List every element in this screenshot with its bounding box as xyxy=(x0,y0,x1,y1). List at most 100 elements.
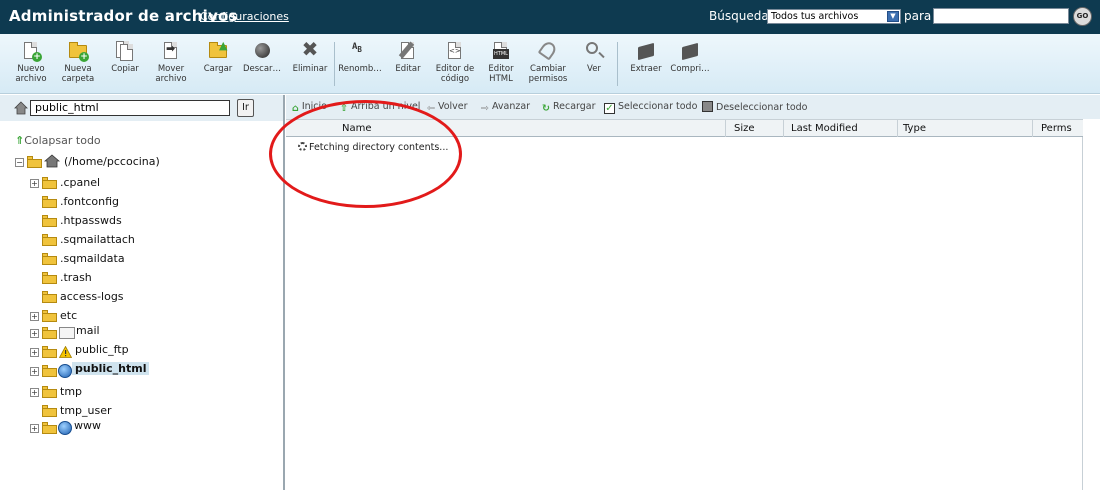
view-button[interactable]: Ver xyxy=(572,41,616,74)
folder-icon xyxy=(42,196,57,208)
up-folder-icon: ⇧ xyxy=(340,103,348,114)
back-label: Volver xyxy=(437,101,468,112)
column-divider[interactable] xyxy=(897,120,898,137)
home-button[interactable]: ⌂ Inicio xyxy=(292,101,327,114)
open-folder-icon xyxy=(27,156,42,168)
move-file-button[interactable]: ➡ Mover archivo xyxy=(149,41,193,84)
settings-link[interactable]: Configuraciones xyxy=(200,10,289,23)
upload-button[interactable]: ▲ Cargar xyxy=(196,40,240,74)
folder-icon xyxy=(42,215,57,227)
copy-button[interactable]: Copiar xyxy=(103,41,147,74)
expand-icon[interactable]: + xyxy=(30,348,39,357)
column-header-type[interactable]: Type xyxy=(903,123,926,134)
globe-icon xyxy=(58,421,72,435)
change-permissions-label: Cambiar permisos xyxy=(528,64,568,84)
folder-icon xyxy=(42,405,57,417)
tree-item-label: .cpanel xyxy=(60,176,101,189)
tree-item-public-html[interactable]: + public_html xyxy=(30,362,180,381)
expand-icon[interactable]: + xyxy=(30,329,39,338)
search-input[interactable] xyxy=(933,8,1069,24)
tree-item-access-logs[interactable]: access-logs xyxy=(42,290,192,307)
toolbar: + Nuevo archivo + Nueva carpeta Copiar ➡… xyxy=(0,34,1100,94)
column-divider[interactable] xyxy=(725,120,726,137)
tree-item-sqmailattach[interactable]: .sqmailattach xyxy=(42,233,192,250)
search-scope-value: Todos tus archivos xyxy=(771,11,859,22)
tree-item-public-ftp[interactable]: + public_ftp xyxy=(30,343,180,362)
delete-icon: ✖ xyxy=(301,37,319,61)
forward-arrow-icon: ⇨ xyxy=(481,103,489,114)
new-file-button[interactable]: + Nuevo archivo xyxy=(9,41,53,84)
go-path-button[interactable]: Ir xyxy=(237,99,254,117)
column-header-perms[interactable]: Perms xyxy=(1041,123,1072,134)
folder-icon xyxy=(42,327,57,339)
directory-tree-panel: public_html Ir ⇑Colapsar todo − (/home/p… xyxy=(0,95,285,490)
column-header-last-modified[interactable]: Last Modified xyxy=(791,123,858,134)
deselect-all-button[interactable]: Deseleccionar todo xyxy=(702,101,807,113)
tree-item-label: www xyxy=(74,419,101,432)
rename-button[interactable]: AB Renomb… xyxy=(338,41,382,74)
tree-item-label: mail xyxy=(76,324,100,337)
download-button[interactable]: Descar… xyxy=(240,41,284,74)
home-label: Inicio xyxy=(301,101,327,112)
expand-icon[interactable]: + xyxy=(30,424,39,433)
delete-button[interactable]: ✖ Eliminar xyxy=(288,37,332,74)
rename-label: Renomb… xyxy=(338,64,382,74)
up-one-level-button[interactable]: ⇧ Arriba un nivel xyxy=(340,101,420,114)
extract-button[interactable]: Extraer xyxy=(624,41,668,74)
spinner-icon xyxy=(298,142,307,151)
tree-item-mail[interactable]: + mail xyxy=(30,324,180,343)
tree-item-root[interactable]: − (/home/pccocina) xyxy=(15,154,215,172)
tree-item-tmp-user[interactable]: tmp_user xyxy=(42,404,192,421)
new-folder-button[interactable]: + Nueva carpeta xyxy=(56,41,100,84)
copy-label: Copiar xyxy=(111,64,139,74)
column-divider[interactable] xyxy=(1032,120,1033,137)
extract-label: Extraer xyxy=(630,64,662,74)
tree-item-label: .sqmaildata xyxy=(60,252,125,265)
expand-icon[interactable]: + xyxy=(30,367,39,376)
loading-status-text: Fetching directory contents... xyxy=(309,142,449,153)
tree-item-www[interactable]: + www xyxy=(30,419,180,438)
download-icon xyxy=(252,41,272,61)
expand-icon[interactable]: + xyxy=(30,179,39,188)
collapse-all-link[interactable]: ⇑Colapsar todo xyxy=(15,134,101,147)
change-permissions-button[interactable]: Cambiar permisos xyxy=(526,39,570,84)
column-header-size[interactable]: Size xyxy=(734,123,755,134)
html-editor-button[interactable]: HTML Editor HTML xyxy=(479,41,523,84)
expand-icon[interactable]: + xyxy=(30,312,39,321)
folder-icon xyxy=(42,386,57,398)
delete-label: Eliminar xyxy=(292,64,328,74)
up-one-level-label: Arriba un nivel xyxy=(350,101,421,112)
html-editor-icon: HTML xyxy=(491,41,511,61)
rename-icon: AB xyxy=(352,42,362,54)
path-input[interactable]: public_html xyxy=(30,100,230,116)
tree-item-label: (/home/pccocina) xyxy=(64,155,160,168)
view-label: Ver xyxy=(587,64,601,74)
tree-item-label: etc xyxy=(60,309,78,322)
search-scope-select[interactable]: Todos tus archivos ▼ xyxy=(767,9,901,24)
tree-item-fontconfig[interactable]: .fontconfig xyxy=(42,195,192,212)
warning-icon xyxy=(59,346,72,358)
folder-icon xyxy=(42,291,57,303)
column-divider[interactable] xyxy=(783,120,784,137)
code-editor-button[interactable]: <> Editor de código xyxy=(433,41,477,84)
search-go-button[interactable]: GO xyxy=(1073,7,1092,26)
reload-button[interactable]: ↻ Recargar xyxy=(542,101,596,114)
tree-item-tmp[interactable]: + tmp xyxy=(30,385,180,402)
tree-item-sqmaildata[interactable]: .sqmaildata xyxy=(42,252,192,269)
select-all-label: Seleccionar todo xyxy=(618,101,698,112)
tree-item-etc[interactable]: + etc xyxy=(30,309,180,326)
expand-icon[interactable]: + xyxy=(30,388,39,397)
tree-item-cpanel[interactable]: + .cpanel xyxy=(30,176,180,193)
select-all-button[interactable]: ✓ Seleccionar todo xyxy=(604,101,697,114)
chevron-down-icon[interactable]: ▼ xyxy=(887,11,899,22)
tree-item-label: tmp xyxy=(60,385,83,398)
compress-button[interactable]: Compri… xyxy=(668,41,712,74)
forward-button[interactable]: ⇨ Avanzar xyxy=(481,101,530,114)
tree-item-trash[interactable]: .trash xyxy=(42,271,192,288)
column-header-name[interactable]: Name xyxy=(342,123,372,134)
tree-item-htpasswds[interactable]: .htpasswds xyxy=(42,214,192,231)
collapse-icon[interactable]: − xyxy=(15,158,24,167)
folder-icon xyxy=(42,234,57,246)
back-button[interactable]: ⇦ Volver xyxy=(427,101,468,114)
edit-button[interactable]: Editar xyxy=(386,41,430,74)
